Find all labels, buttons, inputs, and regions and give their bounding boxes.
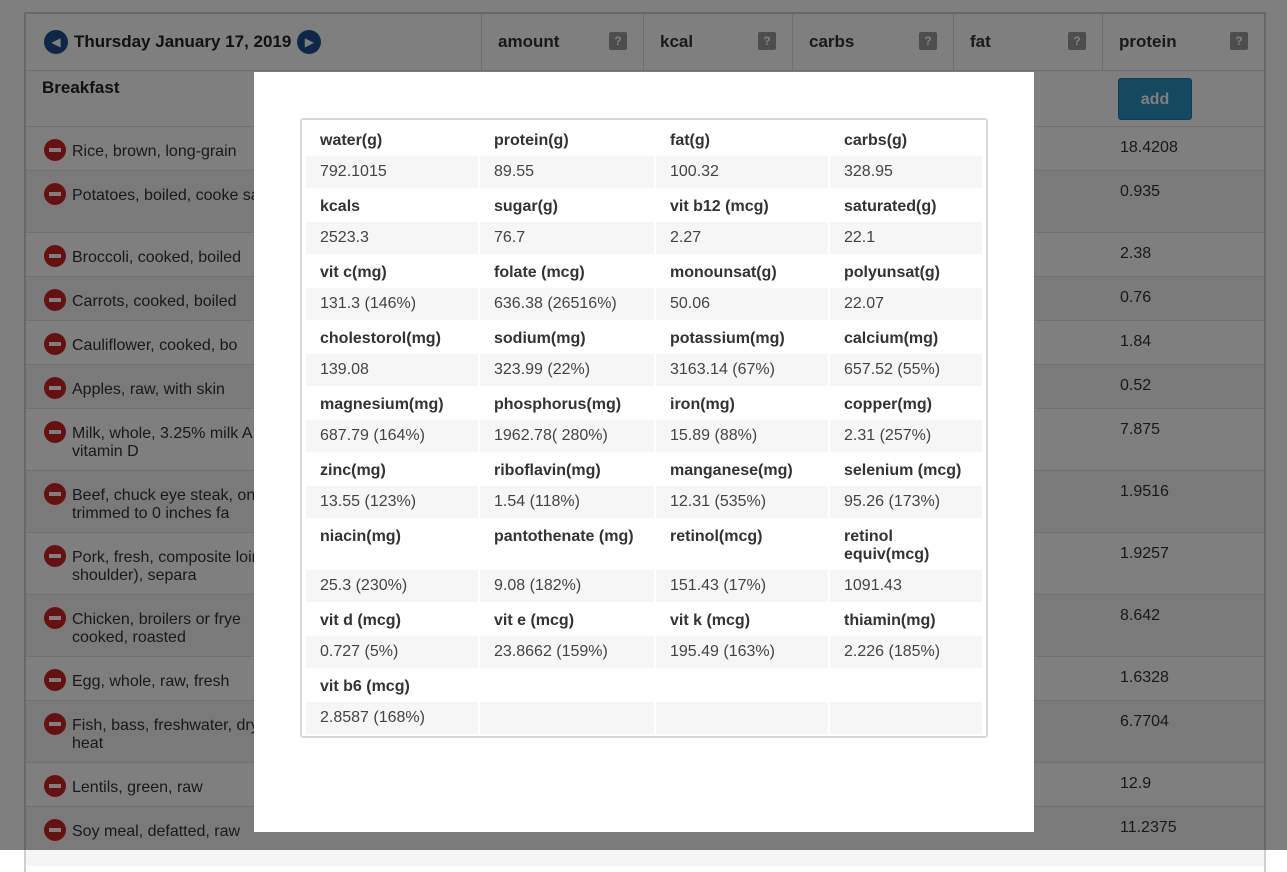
nutrient-label: phosphorus(mg) [494, 396, 622, 413]
nutrient-label-row: vit c(mg) folate (mcg) monounsat(g) polyuns… [306, 254, 982, 288]
nutrient-value: 15.89 (88%) [656, 420, 828, 452]
nutrient-value: 2.226 (185%) [830, 636, 982, 668]
nutrient-label-row: kcals sugar(g) vit b12 (mcg) saturated(g) [306, 188, 982, 222]
nutrient-value: 792.1015 [306, 156, 478, 188]
nutrient-label: niacin(mg) [320, 528, 401, 545]
nutrient-value: 151.43 (17%) [656, 570, 828, 602]
nutrient-label-row: vit b6 (mcg) [306, 668, 982, 702]
nutrient-value: 636.38 (26516%) [480, 288, 654, 320]
nutrient-value: 3163.14 (67%) [656, 354, 828, 386]
nutrient-label: kcals [320, 198, 361, 215]
nutrient-value: 23.8662 (159%) [480, 636, 654, 668]
nutrient-label [656, 668, 828, 702]
nutrient-value: 2523.3 [306, 222, 478, 254]
nutrient-label [480, 668, 654, 702]
nutrient-value: 22.1 [830, 222, 982, 254]
nutrient-totals-modal: water(g) protein(g) fat(g) carbs(g) 792.1015… [254, 72, 1034, 832]
nutrient-value: 25.3 (230%) [306, 570, 478, 602]
nutrient-value: 89.55 [480, 156, 654, 188]
nutrient-label-row: cholestorol(mg) sodium(mg) potassium(mg) ca… [306, 320, 982, 354]
nutrient-value-row: 0.727 (5%) 23.8662 (159%) 195.49 (163%) 2.2… [306, 636, 982, 668]
nutrient-label [830, 668, 982, 702]
nutrient-label: riboflavin(mg) [494, 462, 601, 479]
nutrient-label: vit d (mcg) [320, 612, 401, 629]
nutrient-value-row: 13.55 (123%) 1.54 (118%) 12.31 (535%) 95.26… [306, 486, 982, 518]
nutrient-value-row: 792.1015 89.55 100.32 328.95 [306, 156, 982, 188]
nutrient-value: 22.07 [830, 288, 982, 320]
nutrient-value: 2.27 [656, 222, 828, 254]
nutrient-value-row: 131.3 (146%) 636.38 (26516%) 50.06 22.07 [306, 288, 982, 320]
nutrient-value: 687.79 (164%) [306, 420, 478, 452]
nutrient-label-row: water(g) protein(g) fat(g) carbs(g) [306, 122, 982, 156]
nutrient-value: 195.49 (163%) [656, 636, 828, 668]
nutrient-value: 95.26 (173%) [830, 486, 982, 518]
nutrient-value-row: 139.08 323.99 (22%) 3163.14 (67%) 657.52 (5… [306, 354, 982, 386]
nutrient-label: sodium(mg) [494, 330, 586, 347]
nutrient-label: vit b12 (mcg) [670, 198, 769, 215]
nutrient-label-row: niacin(mg) pantothenate (mg) retinol(mcg) r… [306, 518, 982, 570]
nutrient-label: calcium(mg) [844, 330, 939, 347]
nutrient-label: carbs(g) [844, 132, 908, 149]
nutrient-value [480, 702, 654, 734]
nutrient-label-row: magnesium(mg) phosphorus(mg) iron(mg) coppe… [306, 386, 982, 420]
nutrient-label: vit e (mcg) [494, 612, 575, 629]
nutrient-label: sugar(g) [494, 198, 558, 215]
nutrient-value: 1962.78( 280%) [480, 420, 654, 452]
nutrient-value: 0.727 (5%) [306, 636, 478, 668]
nutrient-label: vit k (mcg) [670, 612, 751, 629]
nutrient-value: 12.31 (535%) [656, 486, 828, 518]
nutrient-label: water(g) [320, 132, 383, 149]
nutrient-label: monounsat(g) [670, 264, 777, 281]
nutrient-value-row: 687.79 (164%) 1962.78( 280%) 15.89 (88%) 2.… [306, 420, 982, 452]
nutrient-label: manganese(mg) [670, 462, 793, 479]
nutrient-value: 76.7 [480, 222, 654, 254]
nutrient-value-row: 2523.3 76.7 2.27 22.1 [306, 222, 982, 254]
nutrient-value: 328.95 [830, 156, 982, 188]
nutrient-label: vit c(mg) [320, 264, 387, 281]
nutrient-value: 131.3 (146%) [306, 288, 478, 320]
nutrient-value: 323.99 (22%) [480, 354, 654, 386]
nutrient-label: folate (mcg) [494, 264, 585, 281]
nutrient-label: selenium (mcg) [844, 462, 962, 479]
nutrient-value: 1.54 (118%) [480, 486, 654, 518]
nutrient-label: vit b6 (mcg) [320, 678, 410, 695]
nutrient-value: 2.31 (257%) [830, 420, 982, 452]
nutrient-label: zinc(mg) [320, 462, 386, 479]
nutrient-value: 139.08 [306, 354, 478, 386]
nutrient-label: protein(g) [494, 132, 569, 149]
nutrient-value: 9.08 (182%) [480, 570, 654, 602]
nutrient-label: thiamin(mg) [844, 612, 936, 629]
nutrient-value [830, 702, 982, 734]
nutrient-label-row: vit d (mcg) vit e (mcg) vit k (mcg) thiamin… [306, 602, 982, 636]
nutrient-value-row: 25.3 (230%) 9.08 (182%) 151.43 (17%) 1091.4… [306, 570, 982, 602]
nutrient-value: 1091.43 [830, 570, 982, 602]
nutrient-label: copper(mg) [844, 396, 932, 413]
nutrient-value: 100.32 [656, 156, 828, 188]
nutrient-value: 657.52 (55%) [830, 354, 982, 386]
nutrient-value: 13.55 (123%) [306, 486, 478, 518]
nutrient-label: retinol equiv(mcg) [844, 528, 930, 563]
nutrient-label: iron(mg) [670, 396, 735, 413]
nutrient-table: water(g) protein(g) fat(g) carbs(g) 792.1015… [300, 118, 988, 738]
nutrient-label: retinol(mcg) [670, 528, 763, 545]
nutrient-value-row: 2.8587 (168%) [306, 702, 982, 734]
nutrient-value: 2.8587 (168%) [306, 702, 478, 734]
nutrient-label: polyunsat(g) [844, 264, 940, 281]
nutrient-value: 50.06 [656, 288, 828, 320]
nutrient-label: saturated(g) [844, 198, 937, 215]
nutrient-label: pantothenate (mg) [494, 528, 634, 545]
nutrient-label: cholestorol(mg) [320, 330, 441, 347]
nutrient-label: potassium(mg) [670, 330, 785, 347]
nutrient-label: fat(g) [670, 132, 710, 149]
nutrient-value [656, 702, 828, 734]
nutrient-label-row: zinc(mg) riboflavin(mg) manganese(mg) selen… [306, 452, 982, 486]
nutrient-label: magnesium(mg) [320, 396, 444, 413]
